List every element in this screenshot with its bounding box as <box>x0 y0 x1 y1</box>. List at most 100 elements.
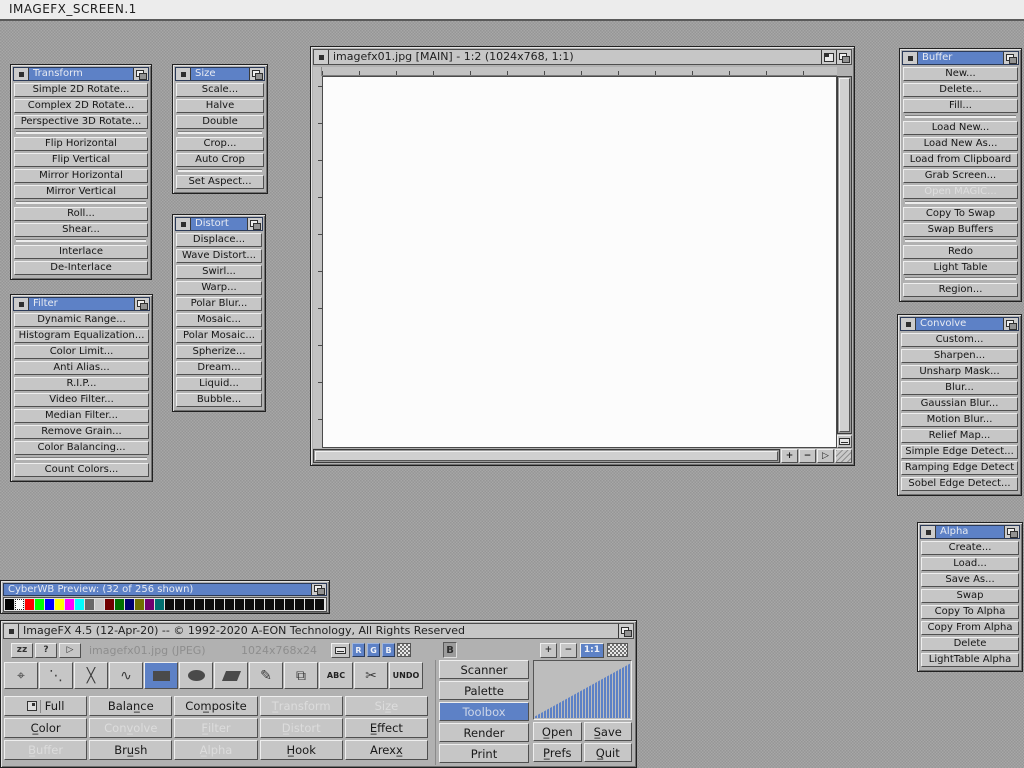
print-button[interactable]: Print <box>439 744 529 763</box>
depth-icon[interactable] <box>618 624 633 638</box>
unsharp-mask-button[interactable]: Unsharp Mask... <box>901 365 1018 379</box>
palette-swatch-11[interactable] <box>115 599 124 610</box>
copy-to-swap-button[interactable]: Copy To Swap <box>903 207 1018 221</box>
palette-swatch-30[interactable] <box>305 599 314 610</box>
palette-swatch-8[interactable] <box>85 599 94 610</box>
relief-map-button[interactable]: Relief Map... <box>901 429 1018 443</box>
com-posite-button[interactable]: Com̲posite <box>174 696 257 716</box>
palette-swatch-19[interactable] <box>195 599 204 610</box>
region-button[interactable]: Region... <box>903 283 1018 297</box>
close-icon[interactable] <box>176 68 191 80</box>
complex-2d-rotate-button[interactable]: Complex 2D Rotate... <box>14 99 148 113</box>
freehand-tool[interactable]: ∿ <box>109 662 143 689</box>
palette-swatch-7[interactable] <box>75 599 84 610</box>
copy-from-alpha-button[interactable]: Copy From Alpha <box>921 621 1019 635</box>
bru-sh-button[interactable]: Bru̲sh <box>89 740 172 760</box>
dream-button[interactable]: Dream... <box>176 361 262 375</box>
undo-button[interactable]: UNDO <box>389 662 423 689</box>
delete-button[interactable]: Delete... <box>903 83 1018 97</box>
palette-swatch-25[interactable] <box>255 599 264 610</box>
fill-button[interactable]: Fill... <box>903 99 1018 113</box>
palette-swatch-26[interactable] <box>265 599 274 610</box>
palette-swatch-4[interactable] <box>45 599 54 610</box>
palette-swatch-12[interactable] <box>125 599 134 610</box>
interlace-button[interactable]: Interlace <box>14 245 148 259</box>
h-ook-button[interactable]: H̲ook <box>260 740 343 760</box>
roll-button[interactable]: Roll... <box>14 207 148 221</box>
horizontal-scroll-thumb[interactable] <box>315 451 778 461</box>
palette-swatch-6[interactable] <box>65 599 74 610</box>
set-aspect-button[interactable]: Set Aspect... <box>176 175 264 189</box>
o-pen-button[interactable]: O̲pen <box>533 722 582 741</box>
zoom-out-button[interactable]: − <box>560 643 577 658</box>
scale-button[interactable]: Scale... <box>176 83 264 97</box>
scanner-button[interactable]: Scanner <box>439 660 529 679</box>
palette-swatch-9[interactable] <box>95 599 104 610</box>
close-icon[interactable] <box>14 68 29 80</box>
wave-distort-button[interactable]: Wave Distort... <box>176 249 262 263</box>
help-button[interactable]: ? <box>35 643 57 658</box>
red-channel-toggle[interactable]: R <box>352 643 365 657</box>
load-button[interactable]: Load... <box>921 557 1019 571</box>
double-button[interactable]: Double <box>176 115 264 129</box>
video-filter-button[interactable]: Video Filter... <box>14 393 149 407</box>
gaussian-blur-button[interactable]: Gaussian Blur... <box>901 397 1018 411</box>
depth-icon[interactable] <box>249 68 264 80</box>
swap-buffers-button[interactable]: Swap Buffers <box>903 223 1018 237</box>
palette-swatch-31[interactable] <box>315 599 324 610</box>
close-icon[interactable] <box>921 526 936 538</box>
vertical-scrollbar[interactable] <box>837 76 852 434</box>
mirror-vertical-button[interactable]: Mirror Vertical <box>14 185 148 199</box>
vertical-scroll-thumb[interactable] <box>839 78 850 432</box>
depth-icon[interactable] <box>133 68 148 80</box>
p-refs-button[interactable]: P̲refs <box>533 743 582 762</box>
arexx-button[interactable]: Arexx̲ <box>345 740 428 760</box>
swap-button[interactable]: Swap <box>921 589 1019 603</box>
close-icon[interactable] <box>4 624 19 638</box>
toolbox-titlebar[interactable]: ImageFX 4.5 (12-Apr-20) -- © 1992-2020 A… <box>3 623 634 639</box>
swirl-button[interactable]: Swirl... <box>176 265 262 279</box>
image-canvas[interactable] <box>322 76 837 448</box>
q-uit-button[interactable]: Q̲uit <box>584 743 633 762</box>
auto-crop-button[interactable]: Auto Crop <box>176 153 264 167</box>
box-tool[interactable] <box>144 662 178 689</box>
fill-tool[interactable]: ✎ <box>249 662 283 689</box>
grab-screen-button[interactable]: Grab Screen... <box>903 169 1018 183</box>
count-colors-button[interactable]: Count Colors... <box>14 463 149 477</box>
lighttable-alpha-button[interactable]: LightTable Alpha <box>921 653 1019 667</box>
palette-button[interactable]: Palette <box>439 681 529 700</box>
color-limit-button[interactable]: Color Limit... <box>14 345 149 359</box>
anti-alias-button[interactable]: Anti Alias... <box>14 361 149 375</box>
polar-blur-button[interactable]: Polar Blur... <box>176 297 262 311</box>
palette-swatch-22[interactable] <box>225 599 234 610</box>
depth-icon[interactable] <box>836 50 851 64</box>
r-i-p-button[interactable]: R.I.P... <box>14 377 149 391</box>
green-channel-toggle[interactable]: G <box>367 643 380 657</box>
full-button[interactable]: Full <box>4 696 87 716</box>
flip-vertical-button[interactable]: Flip Vertical <box>14 153 148 167</box>
s-ave-button[interactable]: S̲ave <box>584 722 633 741</box>
palette-swatch-1[interactable] <box>15 599 24 610</box>
text-tool[interactable]: ABC <box>319 662 353 689</box>
load-from-clipboard-button[interactable]: Load from Clipboard <box>903 153 1018 167</box>
palette-swatch-24[interactable] <box>245 599 254 610</box>
depth-icon[interactable] <box>1004 526 1019 538</box>
palette-swatch-28[interactable] <box>285 599 294 610</box>
blue-channel-toggle[interactable]: B <box>382 643 395 657</box>
redo-button[interactable]: Redo <box>903 245 1018 259</box>
dither-preview-toggle[interactable] <box>607 643 628 657</box>
clipboard-tool[interactable]: ⧉ <box>284 662 318 689</box>
palette-swatch-10[interactable] <box>105 599 114 610</box>
perspective-3d-rotate-button[interactable]: Perspective 3D Rotate... <box>14 115 148 129</box>
close-icon[interactable] <box>901 318 916 330</box>
palette-swatch-3[interactable] <box>35 599 44 610</box>
palette-swatch-27[interactable] <box>275 599 284 610</box>
palette-swatch-23[interactable] <box>235 599 244 610</box>
liquid-button[interactable]: Liquid... <box>176 377 262 391</box>
run-button[interactable]: ▷ <box>59 643 81 658</box>
load-new-as-button[interactable]: Load New As... <box>903 137 1018 151</box>
color-balancing-button[interactable]: Color Balancing... <box>14 441 149 455</box>
e-ffect-button[interactable]: E̲ffect <box>345 718 428 738</box>
zoom-in-button[interactable]: + <box>540 643 557 658</box>
palette-swatch-29[interactable] <box>295 599 304 610</box>
